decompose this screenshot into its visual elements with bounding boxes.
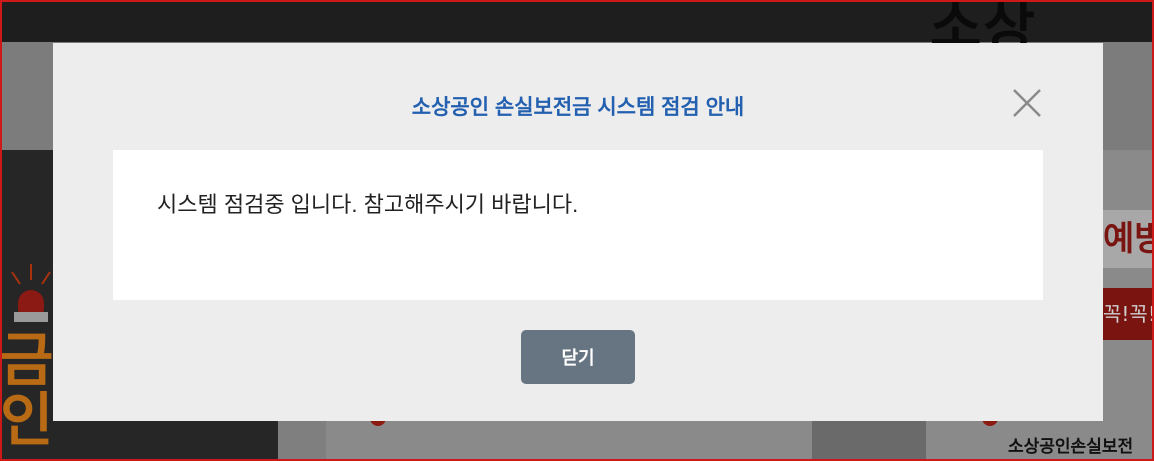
close-button[interactable]: 닫기 bbox=[521, 330, 635, 384]
notice-modal: 소상공인 손실보전금 시스템 점검 안내 시스템 점검중 입니다. 참고해주시기… bbox=[53, 43, 1103, 421]
background-left-text-line: 인 bbox=[0, 386, 54, 454]
background-left-text-line: 금 bbox=[0, 326, 54, 394]
siren-icon bbox=[18, 290, 44, 312]
modal-message: 시스템 점검중 입니다. 참고해주시기 바랍니다. bbox=[157, 192, 579, 217]
modal-body: 시스템 점검중 입니다. 참고해주시기 바랍니다. bbox=[113, 150, 1043, 300]
close-icon[interactable] bbox=[1011, 87, 1043, 119]
background-footer-text: 소상공인손실보전 bbox=[1008, 437, 1134, 457]
background-right-box: 꼭!꼭! bbox=[1103, 288, 1154, 340]
background-left-text: 금 인 bbox=[0, 330, 53, 450]
modal-title: 소상공인 손실보전금 시스템 점검 안내 bbox=[411, 96, 745, 119]
siren-base bbox=[14, 312, 48, 322]
background-right-label: 예방 bbox=[1103, 210, 1154, 268]
